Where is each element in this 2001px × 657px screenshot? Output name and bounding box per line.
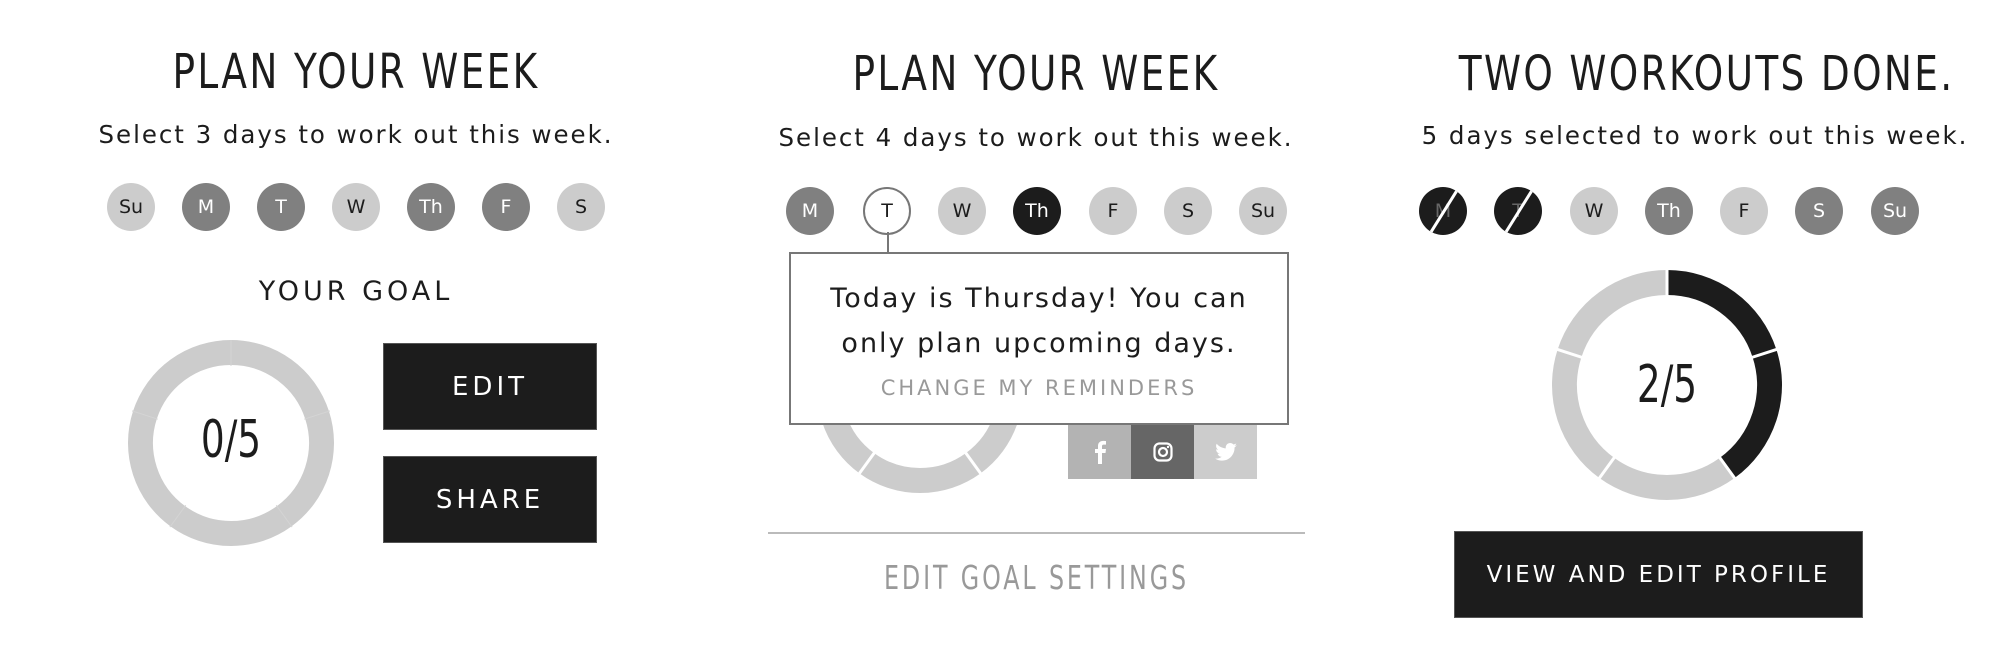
panel-subtitle: Select 4 days to work out this week. — [778, 123, 1294, 152]
share-button[interactable]: SHARE — [383, 456, 597, 543]
change-reminders-link[interactable]: CHANGE MY REMINDERS — [791, 376, 1287, 400]
twitter-icon — [1214, 442, 1237, 461]
day-thursday[interactable]: Th — [407, 183, 455, 231]
ring-segment-pending — [1557, 270, 1668, 358]
panel-title: TWO WORKOUTS DONE. — [1458, 46, 1955, 102]
today-tooltip: Today is Thursday! You can only plan upc… — [789, 252, 1289, 425]
goal-label: YOUR GOAL — [258, 276, 454, 307]
panel-title: PLAN YOUR WEEK — [852, 46, 1220, 102]
day-saturday[interactable]: S — [1795, 187, 1843, 235]
tooltip-message-line2: only plan upcoming days. — [841, 328, 1237, 359]
ring-segment-done — [1719, 349, 1782, 479]
ring-segment-done — [1666, 270, 1777, 358]
panel-subtitle: Select 3 days to work out this week. — [98, 120, 614, 149]
day-sunday[interactable]: Su — [1871, 187, 1919, 235]
share-instagram-button[interactable] — [1131, 424, 1194, 479]
ring-segment-pending — [128, 411, 186, 527]
edit-goal-settings-link[interactable]: EDIT GOAL SETTINGS — [843, 558, 1230, 597]
tooltip-connector — [887, 232, 889, 253]
edit-button[interactable]: EDIT — [383, 343, 597, 430]
day-tuesday[interactable]: T — [863, 187, 911, 235]
ring-segment-pending — [1599, 457, 1735, 500]
ring-segment-pending — [230, 340, 329, 420]
facebook-icon — [1094, 440, 1106, 464]
day-saturday[interactable]: S — [1164, 187, 1212, 235]
instagram-icon — [1152, 441, 1173, 462]
ring-segment-pending — [1552, 349, 1615, 479]
ring-segment-pending — [170, 505, 292, 546]
day-wednesday[interactable]: W — [938, 187, 986, 235]
day-friday[interactable]: F — [1720, 187, 1768, 235]
panel-subtitle: 5 days selected to work out this week. — [1421, 121, 1969, 150]
tooltip-message-line1: Today is Thursday! You can — [830, 283, 1248, 314]
day-tuesday[interactable]: T — [257, 183, 305, 231]
share-twitter-button[interactable] — [1194, 424, 1257, 479]
day-thursday[interactable]: Th — [1645, 187, 1693, 235]
ring-segment-pending — [133, 340, 232, 420]
day-monday[interactable]: M — [182, 183, 230, 231]
day-wednesday[interactable]: W — [332, 183, 380, 231]
day-sunday[interactable]: Su — [1239, 187, 1287, 235]
panel-plan-week-3: PLAN YOUR WEEK Select 3 days to work out… — [82, 0, 630, 657]
day-thursday-today[interactable]: Th — [1013, 187, 1061, 235]
goal-progress-text: 0/5 — [200, 410, 262, 470]
panel-title: PLAN YOUR WEEK — [172, 44, 540, 100]
day-wednesday[interactable]: W — [1570, 187, 1618, 235]
day-friday[interactable]: F — [1089, 187, 1137, 235]
view-and-edit-profile-button[interactable]: VIEW AND EDIT PROFILE — [1454, 531, 1863, 618]
day-picker: Su M T W Th F S — [82, 183, 630, 231]
day-monday-completed[interactable]: M — [1419, 187, 1467, 235]
day-picker: M T W Th F S Su — [762, 187, 1310, 235]
day-picker: M T W Th F S Su — [1395, 187, 1995, 235]
divider — [768, 532, 1305, 534]
ring-segment-pending — [276, 411, 334, 527]
ring-segment-pending — [859, 452, 981, 493]
day-tuesday-completed[interactable]: T — [1494, 187, 1542, 235]
share-facebook-button[interactable] — [1068, 424, 1131, 479]
day-friday[interactable]: F — [482, 183, 530, 231]
day-monday[interactable]: M — [786, 187, 834, 235]
day-saturday[interactable]: S — [557, 183, 605, 231]
day-sunday[interactable]: Su — [107, 183, 155, 231]
goal-progress-text: 2/5 — [1636, 355, 1698, 415]
